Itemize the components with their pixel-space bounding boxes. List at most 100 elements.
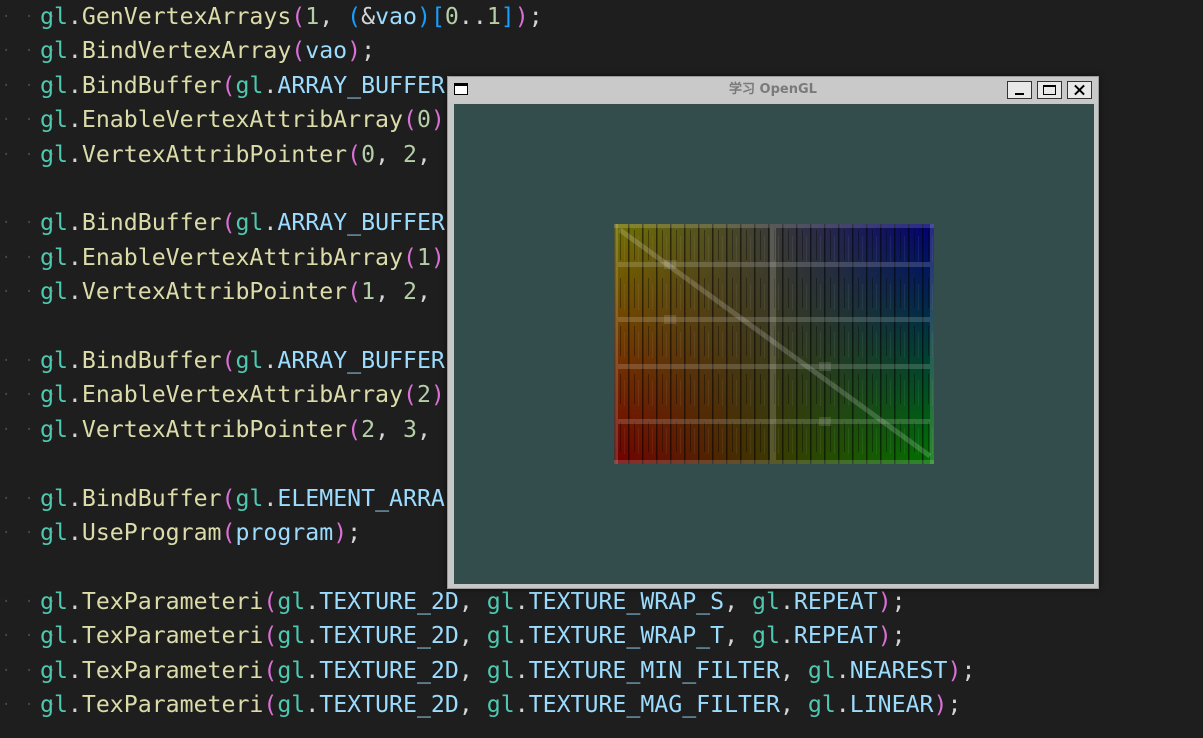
code-line[interactable]: · · ·gl.TexParameteri(gl.TEXTURE_2D, gl.… xyxy=(0,654,975,688)
window-titlebar[interactable]: 学习 OpenGL xyxy=(448,77,1098,103)
code-token: gl xyxy=(277,587,306,615)
code-token: ( xyxy=(291,3,306,30)
code-line[interactable]: · · ·gl.UseProgram(program); xyxy=(0,516,361,550)
code-token: TEXTURE_WRAP_S xyxy=(528,587,725,615)
code-line[interactable]: · · ·gl.TexParameteri(gl.TEXTURE_2D, gl.… xyxy=(0,688,961,722)
code-token: ( xyxy=(221,71,236,99)
code-token: TEXTURE_2D xyxy=(319,587,459,615)
crate-texture xyxy=(614,224,934,464)
code-token: , xyxy=(779,691,808,718)
code-token: ( xyxy=(402,381,417,409)
code-token: ) xyxy=(347,37,362,65)
code-token: gl xyxy=(40,37,68,65)
code-token: ( xyxy=(221,484,236,512)
indent-marker: · · · xyxy=(2,284,60,301)
code-token: ) xyxy=(514,3,529,30)
code-token: . xyxy=(779,587,794,615)
code-line[interactable]: · · ·gl.GenVertexArrays(1, (&vao)[0..1])… xyxy=(0,0,543,34)
code-token: GenVertexArrays xyxy=(81,3,292,30)
code-token: . xyxy=(67,3,82,30)
indent-marker: · · · xyxy=(2,421,60,438)
code-token: gl xyxy=(40,587,68,615)
code-token: gl xyxy=(235,71,264,99)
code-token: vao xyxy=(375,3,417,30)
indent-marker: · · · xyxy=(2,146,60,163)
code-token: & xyxy=(361,3,376,30)
code-text: gl.UseProgram(program); xyxy=(40,519,361,546)
code-token: 1 xyxy=(361,278,376,306)
code-token: 3 xyxy=(403,415,417,443)
code-line[interactable]: · · ·gl.TexParameteri(gl.TEXTURE_2D, gl.… xyxy=(0,619,906,653)
code-token: , xyxy=(319,3,348,30)
code-token: gl xyxy=(486,691,515,718)
indent-marker: · · · xyxy=(2,9,60,25)
code-text: gl.EnableVertexAttribArray(0) xyxy=(40,106,445,133)
textured-quad xyxy=(614,224,934,464)
code-text: gl.BindBuffer(gl.ARRAY_BUFFER xyxy=(40,72,445,99)
code-token: BindBuffer xyxy=(81,347,222,374)
code-token: LINEAR xyxy=(849,691,934,718)
code-token: , xyxy=(724,587,753,615)
code-line[interactable]: · · ·gl.BindVertexArray(vao); xyxy=(0,34,375,68)
maximize-icon[interactable] xyxy=(1037,81,1062,99)
code-text: gl.VertexAttribPointer(1, 2, xyxy=(40,278,431,305)
code-token: EnableVertexAttribArray xyxy=(81,243,403,271)
code-line[interactable]: · · ·gl.EnableVertexAttribArray(0) xyxy=(0,103,445,137)
code-token: 1 xyxy=(416,243,431,271)
indent-marker: · · · xyxy=(2,525,60,541)
code-token: gl xyxy=(40,691,68,718)
close-icon[interactable] xyxy=(1067,81,1092,99)
code-token: . xyxy=(67,106,82,134)
code-token: ( xyxy=(347,3,362,30)
indent-marker: · · · xyxy=(2,662,60,679)
code-line[interactable]: · · ·gl.VertexAttribPointer(2, 3, xyxy=(0,413,431,447)
code-token: . xyxy=(67,587,82,615)
code-line[interactable]: · · ·gl.BindBuffer(gl.ELEMENT_ARRA xyxy=(0,482,445,516)
code-token: . xyxy=(67,691,82,718)
minimize-icon[interactable] xyxy=(1007,81,1032,99)
code-token: vao xyxy=(305,37,348,65)
code-line[interactable]: · · ·gl.EnableVertexAttribArray(1) xyxy=(0,241,445,275)
code-token: gl xyxy=(40,106,68,134)
code-line[interactable]: · · ·gl.VertexAttribPointer(1, 2, xyxy=(0,275,431,309)
code-token: TEXTURE_MIN_FILTER xyxy=(528,656,780,684)
code-line[interactable]: · · ·gl.VertexAttribPointer(0, 2, xyxy=(0,138,431,172)
code-text: gl.BindBuffer(gl.ARRAY_BUFFER xyxy=(40,347,445,374)
code-token: gl xyxy=(486,656,515,684)
code-token: ) xyxy=(933,691,948,718)
code-line[interactable]: · · ·gl.BindBuffer(gl.ARRAY_BUFFER xyxy=(0,69,445,103)
code-line[interactable]: · · ·gl.BindBuffer(gl.ARRAY_BUFFER xyxy=(0,206,445,240)
code-token: . xyxy=(835,656,850,684)
code-text: gl.EnableVertexAttribArray(2) xyxy=(40,381,445,408)
code-token: . xyxy=(779,622,794,650)
code-token: ARRAY_BUFFER xyxy=(277,209,445,237)
code-token: ( xyxy=(263,587,278,615)
code-token: gl xyxy=(235,209,264,237)
code-token: gl xyxy=(807,656,836,684)
code-token: ; xyxy=(528,3,543,30)
code-token: REPEAT xyxy=(793,622,878,650)
code-token: TEXTURE_2D xyxy=(319,622,459,650)
code-token: REPEAT xyxy=(793,587,878,615)
code-line[interactable]: · · ·gl.EnableVertexAttribArray(2) xyxy=(0,378,445,412)
code-token: .. xyxy=(458,3,487,30)
code-token: 2 xyxy=(403,140,417,168)
code-token: . xyxy=(67,484,82,512)
code-token: gl xyxy=(40,519,68,546)
code-token: TEXTURE_2D xyxy=(319,691,459,718)
code-line[interactable]: · · ·gl.BindBuffer(gl.ARRAY_BUFFER xyxy=(0,344,445,378)
code-token: ) xyxy=(947,656,962,684)
code-token: , xyxy=(724,622,753,650)
code-token: . xyxy=(305,656,320,684)
code-token: TexParameteri xyxy=(81,656,264,684)
code-token: ; xyxy=(361,37,376,65)
code-token: [ xyxy=(430,3,445,30)
code-token: gl xyxy=(486,622,515,650)
code-line[interactable]: · · ·gl.TexParameteri(gl.TEXTURE_2D, gl.… xyxy=(0,585,906,619)
code-token: gl xyxy=(277,622,306,650)
render-viewport xyxy=(454,104,1094,584)
opengl-window[interactable]: 学习 OpenGL xyxy=(447,76,1099,589)
code-token: gl xyxy=(40,209,68,237)
code-token: ELEMENT_ARRA xyxy=(277,484,445,512)
indent-marker: · · · xyxy=(2,215,60,232)
